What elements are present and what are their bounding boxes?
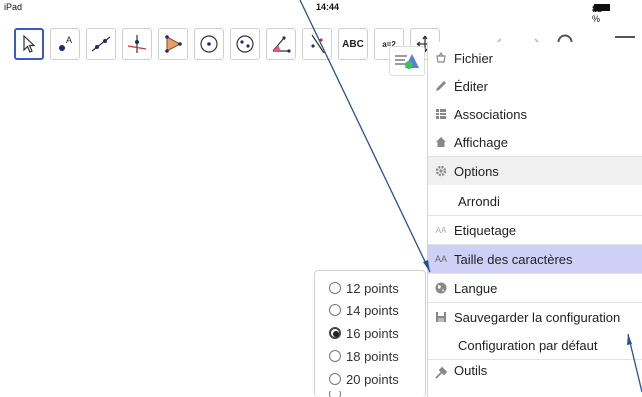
radio-button[interactable] — [329, 304, 341, 316]
menu-item-label: Arrondi — [458, 193, 500, 209]
menu-item-affichage[interactable]: Affichage — [428, 128, 642, 156]
menu-item-label: Éditer — [454, 78, 488, 94]
save-icon — [436, 312, 446, 322]
menu-item-associations[interactable]: Associations — [428, 100, 642, 128]
font-size-option-label: 16 points — [346, 325, 399, 341]
font-size-option-20[interactable]: 20 points — [329, 368, 399, 390]
point-tool[interactable]: A — [50, 28, 80, 60]
angle-tool[interactable] — [266, 28, 296, 60]
style-bar-icon — [395, 54, 419, 69]
menu-item-editer[interactable]: Éditer — [428, 72, 642, 100]
polygon-tool[interactable] — [158, 28, 188, 60]
menu-item-fichier[interactable]: Fichier — [428, 44, 642, 72]
label-icon: AA — [435, 225, 447, 235]
perpendicular-icon — [127, 35, 147, 53]
menu-item-label: Sauvegarder la configuration — [454, 309, 621, 325]
device-label: iPad — [4, 2, 23, 12]
menu-item-label: Etiquetage — [454, 222, 517, 238]
tools-icon — [435, 366, 448, 379]
font-size-option-next[interactable] — [329, 391, 346, 397]
circle-icon — [200, 35, 218, 53]
font-size-option-label: 14 points — [346, 302, 399, 318]
file-icon — [436, 51, 446, 63]
font-size-option-label: 20 points — [346, 371, 399, 387]
font-size-option-label: 12 points — [346, 280, 399, 296]
perpendicular-tool[interactable] — [122, 28, 152, 60]
radio-button[interactable] — [329, 282, 341, 294]
menu-item-label: Langue — [454, 280, 498, 296]
ellipse-icon — [236, 35, 254, 53]
menu-item-etiquetage[interactable]: AA Etiquetage — [428, 216, 642, 244]
menu-item-label: Associations — [454, 106, 527, 122]
radio-button[interactable] — [329, 350, 341, 362]
move-tool[interactable] — [14, 28, 44, 60]
style-bar-toggle[interactable] — [389, 46, 425, 76]
menu-item-label: Affichage — [454, 134, 508, 150]
pencil-icon — [436, 81, 446, 91]
line-icon — [91, 36, 111, 52]
status-bar: iPad 14:44 ✱ 82 % — [0, 0, 642, 24]
menu-item-langue[interactable]: Langue — [428, 274, 642, 302]
font-size-option-16[interactable]: 16 points — [329, 322, 399, 344]
reflect-tool[interactable] — [302, 28, 332, 60]
conic-tool[interactable] — [230, 28, 260, 60]
menu-item-configuration-defaut[interactable]: Configuration par défaut — [428, 331, 642, 359]
menu-item-taille-caracteres[interactable]: AA Taille des caractères — [428, 245, 642, 273]
text-tool-label: ABC — [342, 38, 364, 50]
angle-icon — [272, 36, 291, 53]
radio-button[interactable] — [329, 373, 341, 385]
menu-item-label: Outils — [454, 363, 488, 378]
circle-tool[interactable] — [194, 28, 224, 60]
point-icon: A — [59, 35, 72, 51]
menu-item-label: Configuration par défaut — [458, 337, 598, 353]
menu-item-sauvegarder-configuration[interactable]: Sauvegarder la configuration — [428, 303, 642, 331]
radio-button[interactable] — [329, 391, 341, 397]
polygon-icon — [165, 35, 182, 53]
table-icon — [436, 109, 446, 119]
font-size-icon: AA — [434, 254, 447, 264]
clock: 14:44 — [316, 2, 340, 12]
line-tool[interactable] — [86, 28, 116, 60]
menu-item-arrondi[interactable]: Arrondi — [428, 187, 642, 215]
menu-item-label: Taille des caractères — [454, 251, 573, 267]
text-tool[interactable]: ABC — [338, 28, 368, 60]
svg-text:A: A — [66, 35, 72, 45]
gear-icon — [435, 165, 447, 177]
font-size-option-18[interactable]: 18 points — [329, 345, 399, 367]
battery-icon — [594, 4, 610, 11]
home-icon — [436, 137, 446, 147]
font-size-option-label: 18 points — [346, 348, 399, 364]
reflect-icon — [311, 34, 325, 54]
font-size-submenu: 12 points 14 points 16 points 18 points … — [314, 270, 426, 397]
main-menu-panel: Fichier Éditer Associations Affichage Op… — [427, 42, 642, 397]
globe-icon — [435, 282, 447, 294]
menu-item-outils[interactable]: Outils — [428, 360, 642, 382]
font-size-option-14[interactable]: 14 points — [329, 299, 399, 321]
menu-item-options[interactable]: Options — [428, 157, 642, 185]
menu-item-label: Fichier — [454, 50, 494, 66]
menu-item-label: Options — [454, 163, 499, 179]
pointer-icon — [23, 34, 36, 53]
font-size-option-12[interactable]: 12 points — [329, 277, 399, 299]
radio-button-selected[interactable] — [329, 327, 341, 339]
